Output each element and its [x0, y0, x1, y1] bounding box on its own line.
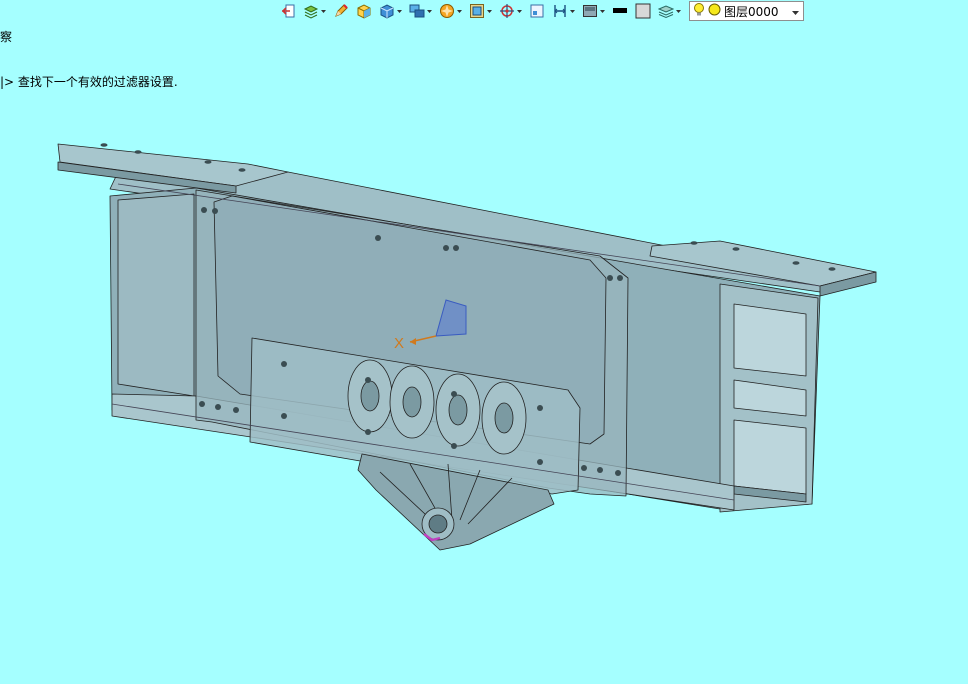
- cube-icon: [378, 2, 396, 20]
- layer-selector[interactable]: 图层0000: [689, 1, 804, 21]
- chevron-down-icon: [486, 2, 493, 20]
- view-icon: [528, 2, 546, 20]
- chevron-down-icon: [320, 2, 327, 20]
- axis-x-label: X: [394, 335, 404, 352]
- layers-filter-icon: [302, 2, 320, 20]
- layer-state-icon[interactable]: [708, 3, 721, 19]
- frame-dropdown[interactable]: [468, 0, 493, 22]
- multi-view-dropdown[interactable]: [408, 0, 433, 22]
- lightbulb-icon[interactable]: [693, 2, 705, 21]
- box-3d-icon: [355, 2, 373, 20]
- outline-swatch-button[interactable]: [634, 0, 652, 22]
- render-icon: [438, 2, 456, 20]
- chevron-down-icon: [456, 2, 463, 20]
- 3d-viewport[interactable]: X: [0, 24, 968, 684]
- chevron-down-icon: [516, 2, 523, 20]
- measure-icon: [551, 2, 569, 20]
- display-mode-dropdown[interactable]: [581, 0, 606, 22]
- chevron-down-icon: [569, 2, 576, 20]
- pencil-icon: [332, 2, 350, 20]
- import-icon: [279, 2, 297, 20]
- frame-icon: [468, 2, 486, 20]
- layer-name: 图层0000: [724, 4, 779, 19]
- color-swatch-button[interactable]: [611, 0, 629, 22]
- measure-dropdown[interactable]: [551, 0, 576, 22]
- top-toolbar: 图层0000: [279, 0, 804, 22]
- render-dropdown[interactable]: [438, 0, 463, 22]
- snap-icon: [498, 2, 516, 20]
- import-button[interactable]: [279, 0, 297, 22]
- rail-assembly-model: [57, 143, 877, 551]
- chevron-down-icon: [675, 2, 682, 20]
- rail-web: [117, 193, 195, 397]
- layer-stack-dropdown[interactable]: [657, 0, 682, 22]
- outline-swatch-icon: [634, 2, 652, 20]
- snap-dropdown[interactable]: [498, 0, 523, 22]
- layers-filter-dropdown[interactable]: [302, 0, 327, 22]
- chevron-down-icon: [396, 2, 403, 20]
- view-button[interactable]: [528, 0, 546, 22]
- chevron-down-icon: [792, 4, 799, 18]
- layer-stack-icon: [657, 2, 675, 20]
- display-mode-icon: [581, 2, 599, 20]
- chevron-down-icon: [599, 2, 606, 20]
- pencil-button[interactable]: [332, 0, 350, 22]
- chevron-down-icon: [426, 2, 433, 20]
- cube-dropdown[interactable]: [378, 0, 403, 22]
- color-swatch-icon: [611, 2, 629, 20]
- multi-view-icon: [408, 2, 426, 20]
- box-3d-button[interactable]: [355, 0, 373, 22]
